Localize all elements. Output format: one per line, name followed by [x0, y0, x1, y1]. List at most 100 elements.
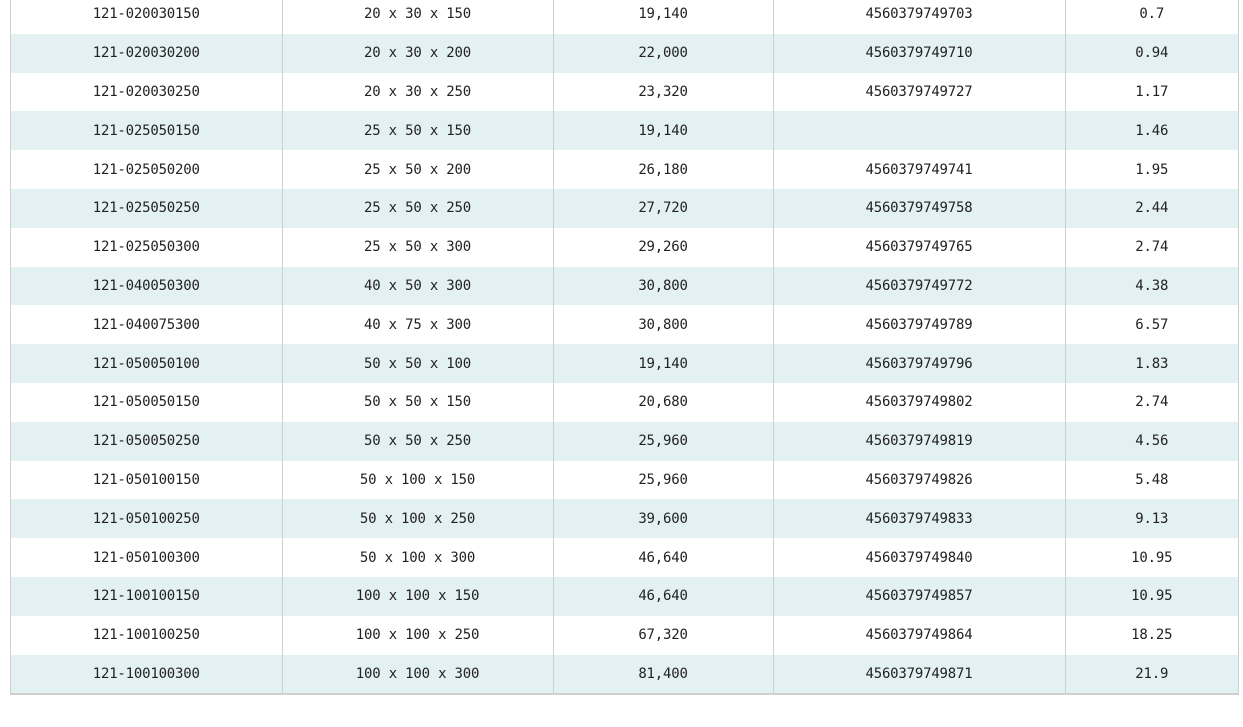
table-row: 121-020030150 20 x 30 x 150 19,140 45603797… [11, 0, 1238, 34]
cell-price: 30,800 [553, 266, 774, 306]
cell-product-code: 121-025050250 [11, 188, 283, 228]
cell-dimensions: 20 x 30 x 150 [282, 0, 554, 34]
cell-price: 19,140 [553, 344, 774, 383]
cell-price: 81,400 [553, 654, 774, 694]
cell-price: 26,180 [553, 150, 774, 189]
cell-weight: 0.7 [1065, 0, 1238, 34]
cell-price: 19,140 [553, 0, 774, 34]
cell-product-code: 121-020030200 [11, 33, 283, 73]
cell-price: 25,960 [553, 460, 774, 500]
cell-dimensions: 20 x 30 x 250 [282, 72, 554, 112]
cell-dimensions: 100 x 100 x 150 [282, 576, 554, 616]
cell-product-code: 121-050050100 [11, 344, 283, 383]
cell-weight: 1.46 [1065, 111, 1238, 151]
cell-dimensions: 40 x 50 x 300 [282, 266, 554, 306]
cell-jan-code [773, 111, 1066, 151]
cell-product-code: 121-100100150 [11, 576, 283, 616]
cell-dimensions: 50 x 50 x 150 [282, 382, 554, 422]
cell-dimensions: 100 x 100 x 300 [282, 654, 554, 694]
cell-price: 46,640 [553, 576, 774, 616]
cell-weight: 10.95 [1065, 538, 1238, 577]
cell-product-code: 121-025050300 [11, 227, 283, 267]
cell-weight: 0.94 [1065, 33, 1238, 73]
cell-jan-code: 4560379749826 [773, 460, 1066, 500]
table-row: 121-025050150 25 x 50 x 150 19,140 1.46 [11, 111, 1238, 151]
table-row: 121-025050200 25 x 50 x 200 26,180 45603797… [11, 150, 1238, 189]
cell-weight: 4.38 [1065, 266, 1238, 306]
cell-jan-code: 4560379749833 [773, 499, 1066, 539]
cell-jan-code: 4560379749796 [773, 344, 1066, 383]
cell-product-code: 121-100100250 [11, 615, 283, 655]
cell-jan-code: 4560379749765 [773, 227, 1066, 267]
cell-weight: 1.17 [1065, 72, 1238, 112]
table-row: 121-020030250 20 x 30 x 250 23,320 45603797… [11, 72, 1238, 112]
table-row: 121-025050300 25 x 50 x 300 29,260 45603797… [11, 227, 1238, 267]
product-table-body: 121-020030150 20 x 30 x 150 19,140 45603797… [11, 0, 1238, 694]
cell-dimensions: 25 x 50 x 300 [282, 227, 554, 267]
cell-price: 67,320 [553, 615, 774, 655]
cell-product-code: 121-020030150 [11, 0, 283, 34]
cell-price: 22,000 [553, 33, 774, 73]
cell-weight: 10.95 [1065, 576, 1238, 616]
cell-product-code: 121-050050250 [11, 421, 283, 461]
cell-price: 27,720 [553, 188, 774, 228]
cell-weight: 2.44 [1065, 188, 1238, 228]
cell-product-code: 121-020030250 [11, 72, 283, 112]
cell-dimensions: 50 x 100 x 150 [282, 460, 554, 500]
table-row: 121-050100250 50 x 100 x 250 39,600 4560379… [11, 499, 1238, 539]
cell-dimensions: 50 x 100 x 300 [282, 538, 554, 577]
product-spec-table: 121-020030150 20 x 30 x 150 19,140 45603797… [11, 0, 1238, 694]
table-row: 121-050050250 50 x 50 x 250 25,960 45603797… [11, 421, 1238, 461]
cell-price: 29,260 [553, 227, 774, 267]
cell-price: 39,600 [553, 499, 774, 539]
cell-jan-code: 4560379749758 [773, 188, 1066, 228]
table-row: 121-020030200 20 x 30 x 200 22,000 45603797… [11, 33, 1238, 73]
cell-price: 20,680 [553, 382, 774, 422]
cell-price: 23,320 [553, 72, 774, 112]
cell-dimensions: 50 x 100 x 250 [282, 499, 554, 539]
table-row: 121-040075300 40 x 75 x 300 30,800 45603797… [11, 305, 1238, 345]
cell-product-code: 121-050100300 [11, 538, 283, 577]
cell-dimensions: 25 x 50 x 200 [282, 150, 554, 189]
cell-price: 19,140 [553, 111, 774, 151]
cell-product-code: 121-025050200 [11, 150, 283, 189]
cell-jan-code: 4560379749864 [773, 615, 1066, 655]
product-table-container: 121-020030150 20 x 30 x 150 19,140 45603797… [10, 0, 1239, 696]
cell-weight: 21.9 [1065, 654, 1238, 694]
cell-product-code: 121-040050300 [11, 266, 283, 306]
cell-weight: 4.56 [1065, 421, 1238, 461]
cell-product-code: 121-025050150 [11, 111, 283, 151]
table-row: 121-025050250 25 x 50 x 250 27,720 45603797… [11, 188, 1238, 228]
cell-jan-code: 4560379749802 [773, 382, 1066, 422]
cell-jan-code: 4560379749857 [773, 576, 1066, 616]
cell-weight: 1.83 [1065, 344, 1238, 383]
cell-weight: 1.95 [1065, 150, 1238, 189]
cell-jan-code: 4560379749789 [773, 305, 1066, 345]
cell-product-code: 121-050050150 [11, 382, 283, 422]
cell-weight: 6.57 [1065, 305, 1238, 345]
cell-weight: 2.74 [1065, 227, 1238, 267]
cell-dimensions: 100 x 100 x 250 [282, 615, 554, 655]
cell-jan-code: 4560379749772 [773, 266, 1066, 306]
cell-product-code: 121-050100250 [11, 499, 283, 539]
cell-price: 25,960 [553, 421, 774, 461]
cell-weight: 2.74 [1065, 382, 1238, 422]
cell-product-code: 121-050100150 [11, 460, 283, 500]
table-row: 121-100100250 100 x 100 x 250 67,320 456037… [11, 615, 1238, 655]
cell-weight: 5.48 [1065, 460, 1238, 500]
cell-dimensions: 25 x 50 x 250 [282, 188, 554, 228]
cell-jan-code: 4560379749710 [773, 33, 1066, 73]
cell-jan-code: 4560379749703 [773, 0, 1066, 34]
table-row: 121-050050100 50 x 50 x 100 19,140 45603797… [11, 344, 1238, 383]
table-row: 121-040050300 40 x 50 x 300 30,800 45603797… [11, 266, 1238, 306]
cell-product-code: 121-100100300 [11, 654, 283, 694]
cell-price: 30,800 [553, 305, 774, 345]
table-row: 121-100100300 100 x 100 x 300 81,400 456037… [11, 654, 1238, 694]
cell-jan-code: 4560379749819 [773, 421, 1066, 461]
table-row: 121-050100300 50 x 100 x 300 46,640 4560379… [11, 538, 1238, 577]
cell-dimensions: 40 x 75 x 300 [282, 305, 554, 345]
cell-dimensions: 20 x 30 x 200 [282, 33, 554, 73]
table-row: 121-100100150 100 x 100 x 150 46,640 456037… [11, 576, 1238, 616]
cell-jan-code: 4560379749840 [773, 538, 1066, 577]
cell-dimensions: 25 x 50 x 150 [282, 111, 554, 151]
